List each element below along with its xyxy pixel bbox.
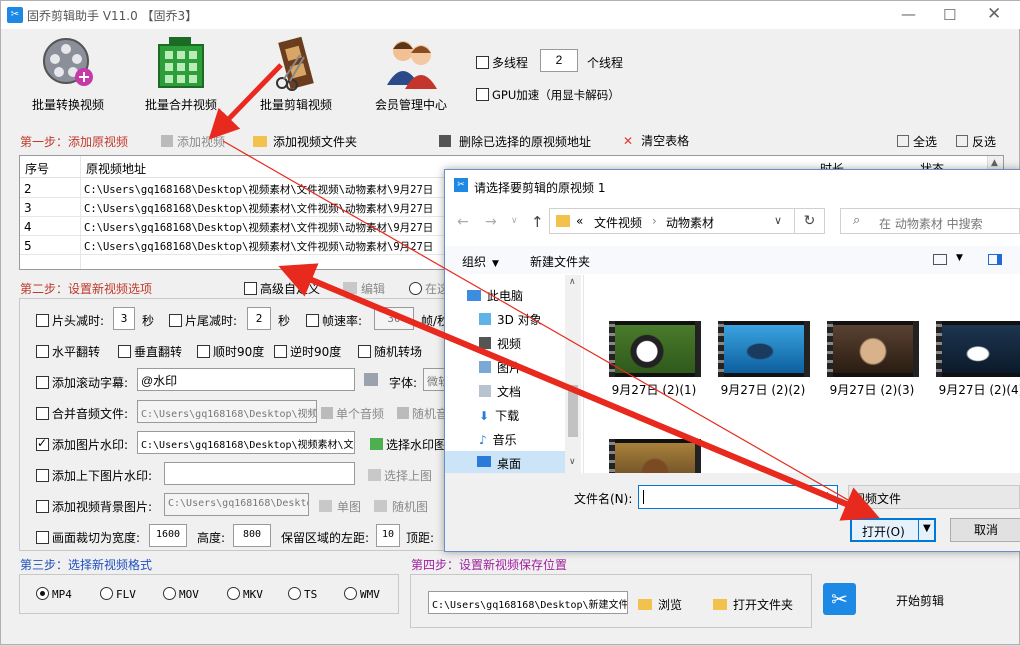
arrow-to-add-video bbox=[208, 63, 283, 140]
arrow-thin-diagonal bbox=[222, 140, 877, 517]
arrow-back-to-list bbox=[278, 263, 865, 514]
annotation-arrows bbox=[208, 63, 880, 521]
main-window: ✂ 固乔剪辑助手 V11.0 【固乔3】 — ☐ ✕ 批量转换视频 批量合并视频 bbox=[0, 0, 1020, 645]
